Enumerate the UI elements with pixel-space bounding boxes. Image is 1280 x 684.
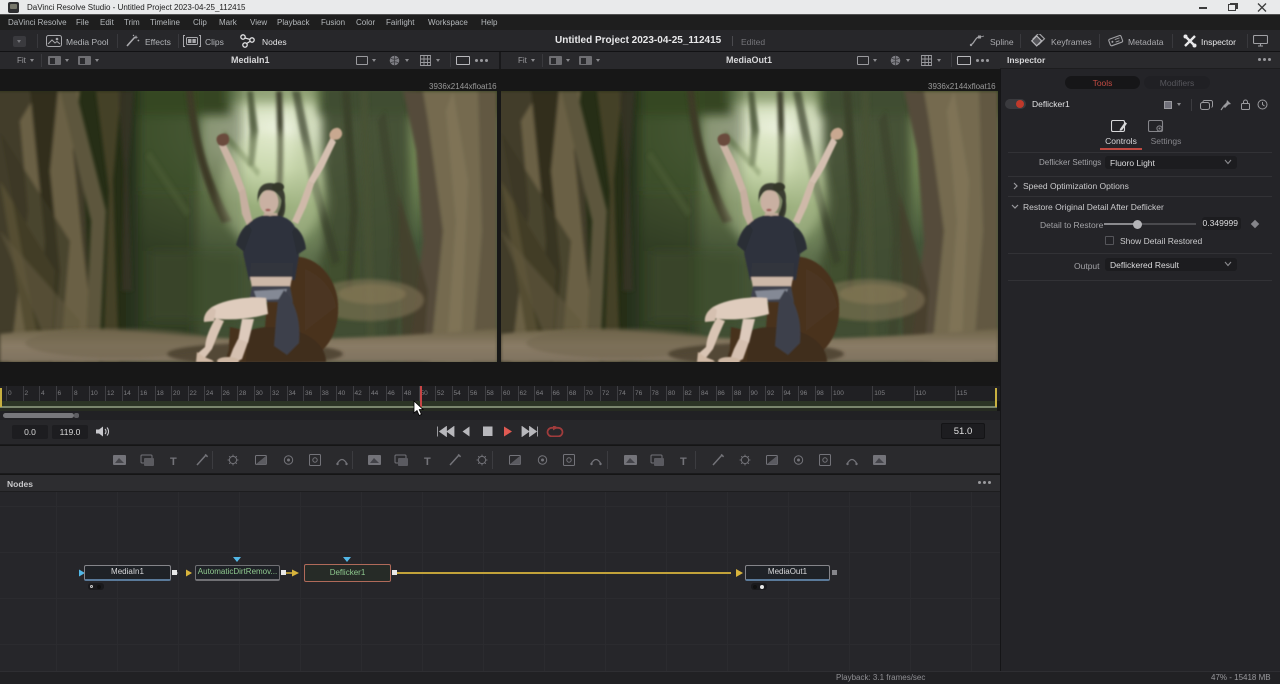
svg-text:T: T [424, 456, 431, 468]
svg-text:T: T [680, 456, 687, 468]
svg-text:T: T [170, 456, 177, 468]
